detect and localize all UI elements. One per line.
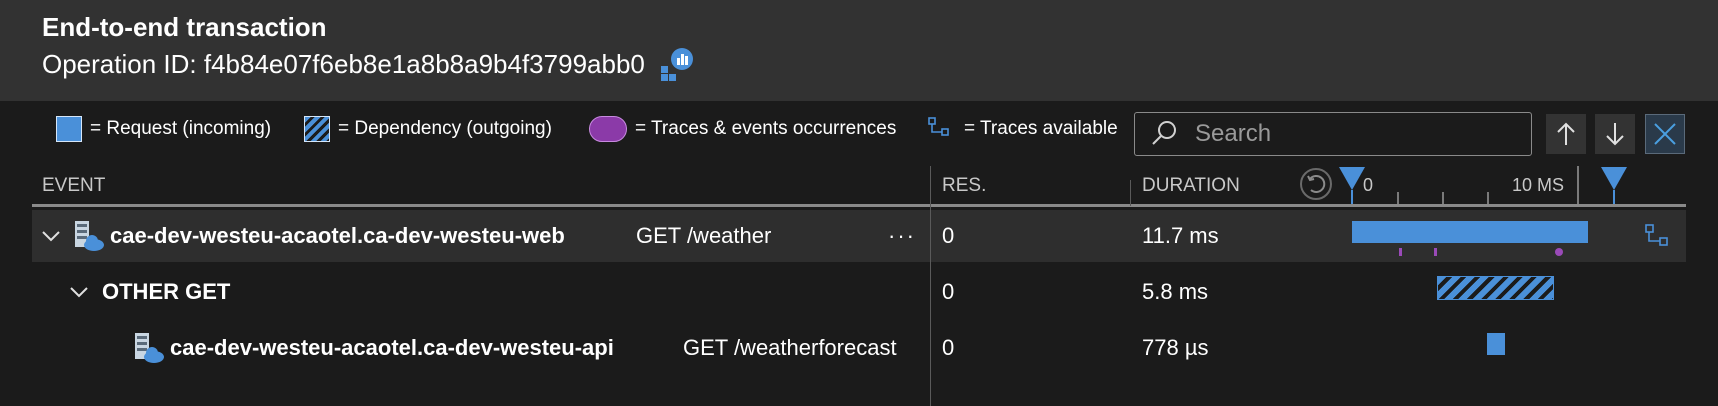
axis-tick (1487, 192, 1489, 204)
legend-available: = Traces available (928, 109, 1118, 149)
table-row[interactable]: cae-dev-westeu-acaotel.ca-dev-westeu-api… (32, 322, 1686, 374)
row-event-name: cae-dev-westeu-acaotel.ca-dev-westeu-api (170, 335, 614, 360)
column-header-duration: DURATION (1142, 175, 1240, 196)
legend-request: = Request (incoming) (56, 109, 271, 149)
row-duration: 5.8 ms (1142, 279, 1209, 304)
previous-button[interactable] (1546, 114, 1586, 154)
row-result: 0 (942, 335, 955, 360)
close-icon (1654, 123, 1676, 145)
operation-id-label: Operation ID: f4b84e07f6eb8e1a8b8a9b4f37… (42, 48, 645, 79)
row-operation: GET /weatherforecast (683, 335, 897, 360)
traces-available-icon (928, 116, 956, 142)
application-insights-icon[interactable] (659, 46, 695, 82)
dependency-bar[interactable] (1436, 276, 1554, 300)
column-header-res: RES. (942, 175, 987, 196)
request-bar[interactable] (1352, 221, 1588, 243)
trace-occurrence-mark[interactable] (1399, 248, 1403, 256)
traces-swatch-icon (589, 116, 627, 142)
trace-occurrence-mark[interactable] (1433, 248, 1437, 256)
legend-request-label: = Request (incoming) (90, 118, 272, 139)
row-result: 0 (942, 223, 955, 248)
header-divider (32, 204, 1686, 207)
axis-tick (1397, 192, 1399, 204)
legend-dependency-label: = Dependency (outgoing) (338, 118, 552, 139)
search-input[interactable] (1193, 119, 1527, 149)
column-divider[interactable] (930, 166, 931, 406)
close-button[interactable] (1645, 114, 1685, 154)
range-end-handle[interactable] (1600, 166, 1628, 206)
column-divider[interactable] (1130, 180, 1131, 206)
row-result: 0 (942, 279, 955, 304)
page-title: End-to-end transaction (42, 12, 327, 42)
search-icon (1149, 119, 1179, 149)
next-button[interactable] (1595, 114, 1635, 154)
header: End-to-end transaction Operation ID: f4b… (0, 0, 1718, 101)
legend-available-label: = Traces available (964, 118, 1118, 139)
more-options-button[interactable]: ··· (888, 210, 916, 262)
row-duration: 11.7 ms (1142, 223, 1219, 248)
operation-id: Operation ID: f4b84e07f6eb8e1a8b8a9b4f37… (42, 46, 695, 82)
axis-tick (1442, 192, 1444, 204)
dependency-swatch-icon (304, 116, 330, 142)
legend: = Request (incoming) = Dependency (outgo… (0, 109, 1130, 149)
legend-traces: = Traces & events occurrences (589, 109, 896, 149)
trace-occurrence-mark[interactable] (1554, 248, 1563, 256)
legend-traces-label: = Traces & events occurrences (635, 118, 897, 139)
chevron-down-icon (42, 231, 60, 242)
column-header-event: EVENT (42, 175, 106, 196)
server-icon (132, 322, 166, 374)
axis-tick (1577, 166, 1579, 204)
server-icon (72, 210, 106, 262)
arrow-up-icon (1557, 122, 1575, 145)
request-bar[interactable] (1487, 333, 1506, 355)
row-event-name: OTHER GET (102, 279, 231, 304)
chevron-down-icon (70, 287, 88, 298)
collapse-row-button[interactable] (68, 266, 90, 318)
collapse-row-button[interactable] (40, 210, 62, 262)
axis-label-mid: 10 MS (1512, 175, 1565, 195)
range-start-handle[interactable] (1338, 166, 1366, 206)
request-swatch-icon (56, 116, 82, 142)
legend-dependency: = Dependency (outgoing) (304, 109, 552, 149)
row-event-name: cae-dev-westeu-acaotel.ca-dev-westeu-web (110, 223, 565, 248)
arrow-down-icon (1606, 123, 1624, 146)
row-duration: 778 µs (1142, 335, 1209, 360)
reset-zoom-icon[interactable] (1299, 167, 1333, 206)
row-operation: GET /weather (636, 223, 772, 248)
traces-available-icon[interactable] (1644, 210, 1674, 262)
search-box[interactable] (1134, 112, 1532, 156)
